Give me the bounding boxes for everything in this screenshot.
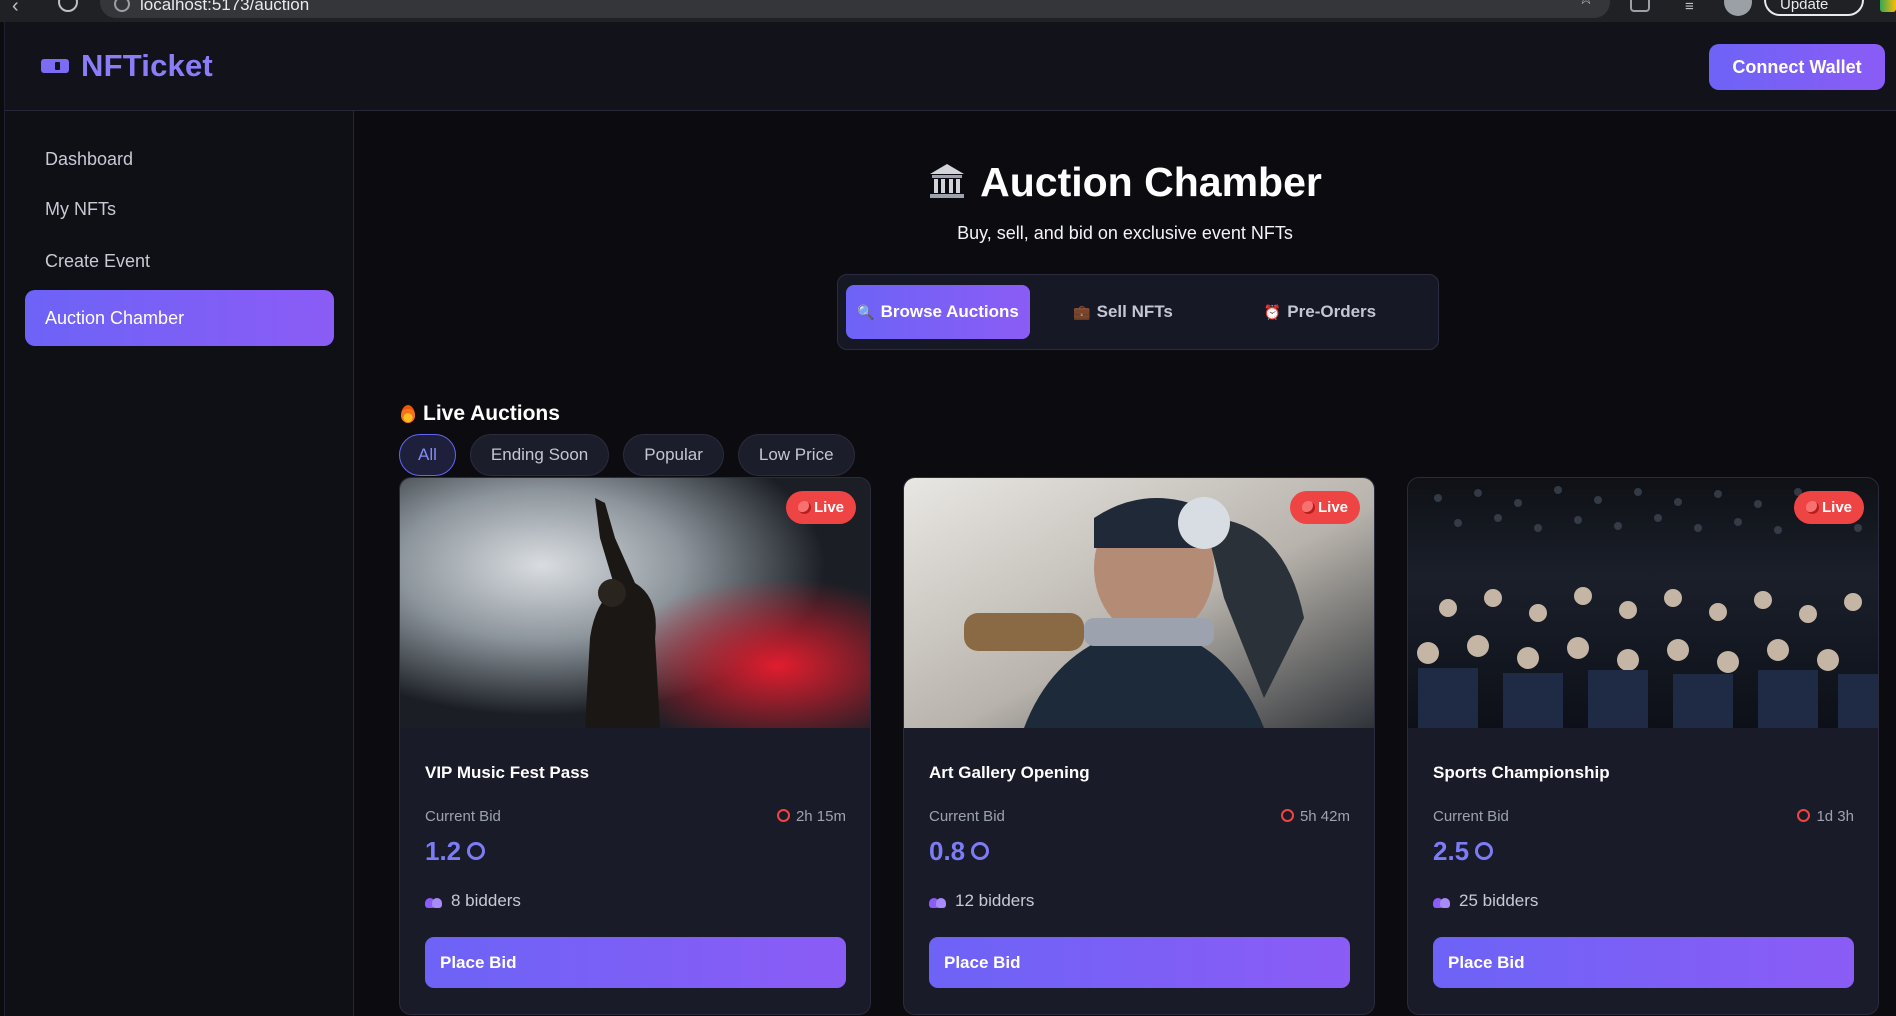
reload-icon[interactable] bbox=[58, 0, 78, 12]
url-text: localhost:5173/auction bbox=[140, 0, 310, 14]
current-bid-value: 2.5 bbox=[1433, 836, 1494, 867]
people-icon bbox=[1433, 895, 1451, 908]
alarm-clock-icon bbox=[776, 809, 790, 822]
alarm-clock-icon bbox=[1280, 809, 1294, 822]
tab-pre-orders[interactable]: ⏰ Pre-Orders bbox=[1214, 285, 1426, 339]
currency-icon bbox=[971, 842, 990, 860]
auction-name: Sports Championship bbox=[1433, 763, 1610, 782]
alarm-clock-icon bbox=[1797, 809, 1811, 822]
people-icon bbox=[929, 895, 947, 908]
brand-logo[interactable]: NFTicket bbox=[41, 48, 213, 84]
bidder-count: 12 bidders bbox=[929, 891, 1034, 911]
currency-icon bbox=[1475, 842, 1494, 860]
bidder-count-text: 12 bidders bbox=[955, 891, 1035, 910]
briefcase-icon: 💼 bbox=[1073, 304, 1091, 320]
live-badge: Live bbox=[1793, 491, 1864, 524]
filter-low-price[interactable]: Low Price bbox=[737, 434, 855, 476]
time-remaining: 1d 3h bbox=[1797, 808, 1854, 825]
current-bid-value: 0.8 bbox=[929, 836, 990, 867]
extensions-icon[interactable] bbox=[1630, 0, 1650, 12]
time-remaining-text: 5h 42m bbox=[1299, 808, 1350, 825]
app-window: NFTicket Connect Wallet Dashboard My NFT… bbox=[4, 22, 1896, 1016]
bidder-count: 25 bidders bbox=[1433, 891, 1538, 911]
time-remaining-text: 1d 3h bbox=[1816, 808, 1854, 825]
connect-wallet-button[interactable]: Connect Wallet bbox=[1709, 44, 1885, 90]
current-bid-value: 1.2 bbox=[425, 836, 486, 867]
filter-popular[interactable]: Popular bbox=[623, 434, 724, 476]
update-button[interactable]: Update bbox=[1764, 0, 1864, 16]
browser-toolbar: ‹ localhost:5173/auction ☆ ≡ Update bbox=[0, 0, 1896, 22]
auction-tabs: 🔍 Browse Auctions 💼 Sell NFTs ⏰ Pre-Orders bbox=[837, 274, 1439, 350]
sidebar: Dashboard My NFTs Create Event Auction C… bbox=[5, 111, 354, 1016]
price-amount: 0.8 bbox=[929, 836, 966, 866]
bank-building-icon bbox=[930, 164, 965, 198]
top-navigation: NFTicket Connect Wallet bbox=[5, 22, 1896, 111]
fire-icon bbox=[401, 405, 415, 423]
live-badge: Live bbox=[1289, 491, 1360, 524]
filter-all[interactable]: All bbox=[399, 434, 456, 476]
auction-name: VIP Music Fest Pass bbox=[425, 763, 590, 782]
price-amount: 1.2 bbox=[425, 836, 462, 866]
filter-chips: All Ending Soon Popular Low Price bbox=[399, 434, 855, 476]
tab-browse-auctions[interactable]: 🔍 Browse Auctions bbox=[846, 285, 1030, 339]
ticket-icon bbox=[41, 59, 69, 73]
current-bid-label: Current Bid bbox=[1433, 808, 1509, 825]
sidebar-item-dashboard[interactable]: Dashboard bbox=[25, 131, 334, 187]
live-badge: Live bbox=[785, 491, 856, 524]
filter-ending-soon[interactable]: Ending Soon bbox=[469, 434, 610, 476]
place-bid-button[interactable]: Place Bid bbox=[929, 937, 1350, 988]
sidebar-item-auction-chamber[interactable]: Auction Chamber bbox=[25, 290, 334, 346]
tab-sell-nfts[interactable]: 💼 Sell NFTs bbox=[1042, 285, 1204, 339]
page-subtitle: Buy, sell, and bid on exclusive event NF… bbox=[957, 223, 1293, 243]
tab-label: Browse Auctions bbox=[880, 302, 1019, 321]
people-icon bbox=[425, 895, 443, 908]
brand-name: NFTicket bbox=[81, 48, 213, 83]
main-content: Auction Chamber Buy, sell, and bid on ex… bbox=[355, 111, 1896, 1016]
place-bid-button[interactable]: Place Bid bbox=[1433, 937, 1854, 988]
bookmark-star-icon[interactable]: ☆ bbox=[1578, 0, 1594, 9]
magnifier-icon: 🔍 bbox=[857, 304, 875, 320]
auction-name: Art Gallery Opening bbox=[929, 763, 1090, 782]
current-bid-label: Current Bid bbox=[929, 808, 1005, 825]
current-bid-label: Current Bid bbox=[425, 808, 501, 825]
time-remaining: 2h 15m bbox=[776, 808, 846, 825]
auction-card[interactable]: Live VIP Music Fest Pass Current Bid 2h … bbox=[399, 477, 871, 1015]
price-amount: 2.5 bbox=[1433, 836, 1470, 866]
browser-extension-icon[interactable] bbox=[1880, 0, 1896, 12]
section-title-text: Live Auctions bbox=[423, 402, 560, 425]
auction-card[interactable]: Live Sports Championship Current Bid 1d … bbox=[1407, 477, 1879, 1015]
alarm-clock-icon: ⏰ bbox=[1263, 304, 1282, 320]
sidebar-item-my-nfts[interactable]: My NFTs bbox=[25, 181, 334, 237]
sidebar-item-create-event[interactable]: Create Event bbox=[25, 233, 334, 289]
auction-card[interactable]: Live Art Gallery Opening Current Bid 5h … bbox=[903, 477, 1375, 1015]
currency-icon bbox=[467, 842, 486, 860]
tab-label: Sell NFTs bbox=[1096, 302, 1173, 321]
page-title: Auction Chamber bbox=[355, 159, 1895, 206]
tab-search-icon[interactable]: ≡ bbox=[1685, 0, 1694, 15]
place-bid-button[interactable]: Place Bid bbox=[425, 937, 846, 988]
address-bar[interactable]: localhost:5173/auction ☆ bbox=[100, 0, 1610, 18]
site-info-icon[interactable] bbox=[114, 0, 130, 12]
profile-avatar[interactable] bbox=[1724, 0, 1752, 16]
time-remaining: 5h 42m bbox=[1280, 808, 1350, 825]
back-arrow-icon[interactable]: ‹ bbox=[12, 0, 19, 16]
bidder-count-text: 8 bidders bbox=[451, 891, 521, 910]
bidder-count: 8 bidders bbox=[425, 891, 521, 911]
bidder-count-text: 25 bidders bbox=[1459, 891, 1539, 910]
section-title: Live Auctions bbox=[401, 402, 560, 426]
tab-label: Pre-Orders bbox=[1287, 302, 1377, 321]
page-title-text: Auction Chamber bbox=[980, 159, 1322, 205]
time-remaining-text: 2h 15m bbox=[795, 808, 846, 825]
